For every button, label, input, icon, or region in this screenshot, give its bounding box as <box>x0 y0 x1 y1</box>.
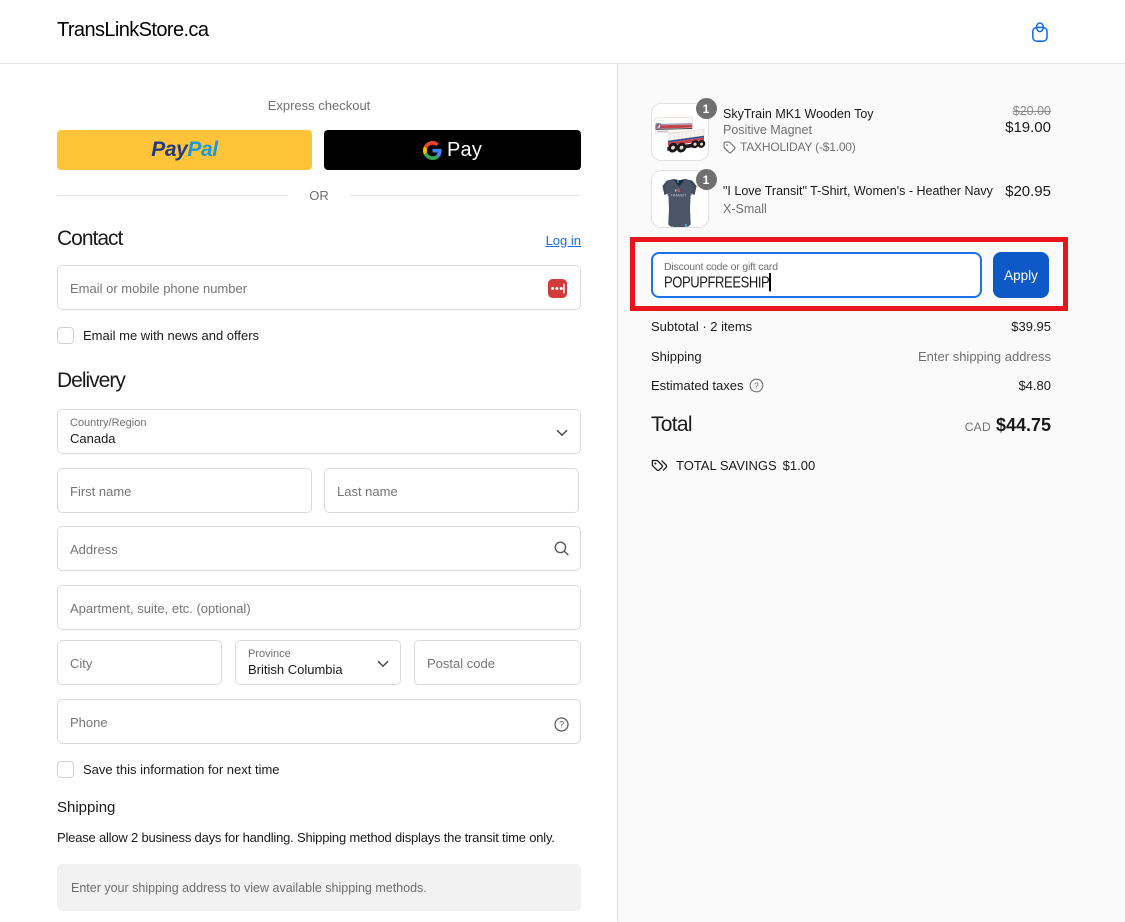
svg-text:TRANSIT: TRANSIT <box>671 193 688 197</box>
svg-text:?: ? <box>754 381 759 391</box>
svg-text:?: ? <box>559 720 564 730</box>
